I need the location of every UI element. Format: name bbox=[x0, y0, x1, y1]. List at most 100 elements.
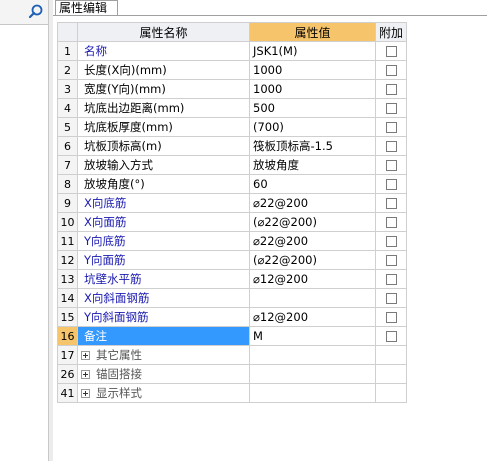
extra-cell bbox=[375, 231, 407, 251]
property-name[interactable]: X向面筋 bbox=[77, 212, 250, 232]
extra-checkbox[interactable] bbox=[385, 84, 397, 95]
row-number: 8 bbox=[57, 174, 78, 194]
extra-cell bbox=[375, 269, 407, 289]
extra-checkbox[interactable] bbox=[385, 46, 397, 57]
property-row[interactable]: 12 Y向面筋 (⌀22@200) bbox=[57, 250, 407, 270]
property-value[interactable]: ⌀12@200 bbox=[249, 269, 376, 289]
row-number: 11 bbox=[57, 231, 78, 251]
group-value bbox=[249, 383, 376, 403]
extra-checkbox[interactable] bbox=[385, 255, 397, 266]
extra-checkbox[interactable] bbox=[385, 160, 397, 171]
row-number: 9 bbox=[57, 193, 78, 213]
property-row[interactable]: 6 坑板顶标高(m) 筏板顶标高-1.5 bbox=[57, 136, 407, 156]
extra-cell bbox=[375, 212, 407, 232]
property-value[interactable]: 60 bbox=[249, 174, 376, 194]
property-name[interactable]: X向底筋 bbox=[77, 193, 250, 213]
property-name[interactable]: 宽度(Y向)(mm) bbox=[77, 79, 250, 99]
property-name-header[interactable]: 属性名称 bbox=[77, 22, 250, 42]
extra-checkbox[interactable] bbox=[385, 198, 397, 209]
property-value-header[interactable]: 属性值 bbox=[249, 22, 376, 42]
property-row[interactable]: 11 Y向底筋 ⌀22@200 bbox=[57, 231, 407, 251]
group-extra bbox=[375, 383, 407, 403]
extra-checkbox[interactable] bbox=[385, 236, 397, 247]
row-number: 3 bbox=[57, 79, 78, 99]
property-row[interactable]: 5 坑底板厚度(mm) (700) bbox=[57, 117, 407, 137]
property-grid: 属性名称 属性值 附加 1 名称 JSK1(M) 2 长度(X向)(mm) 1000 3 宽度… bbox=[57, 22, 407, 403]
expand-icon[interactable] bbox=[81, 370, 90, 379]
property-row[interactable]: 7 放坡输入方式 放坡角度 bbox=[57, 155, 407, 175]
property-value[interactable]: JSK1(M) bbox=[249, 41, 376, 61]
property-name[interactable]: 坑底板厚度(mm) bbox=[77, 117, 250, 137]
property-value[interactable]: M bbox=[249, 326, 376, 346]
property-value[interactable]: (700) bbox=[249, 117, 376, 137]
group-name[interactable]: 锚固搭接 bbox=[77, 364, 250, 384]
extra-checkbox[interactable] bbox=[385, 217, 397, 228]
group-row[interactable]: 41 显示样式 bbox=[57, 383, 407, 403]
row-number: 5 bbox=[57, 117, 78, 137]
search-icon[interactable] bbox=[27, 3, 45, 21]
property-value[interactable]: 放坡角度 bbox=[249, 155, 376, 175]
property-name[interactable]: Y向斜面钢筋 bbox=[77, 307, 250, 327]
property-row[interactable]: 10 X向面筋 (⌀22@200) bbox=[57, 212, 407, 232]
group-name[interactable]: 其它属性 bbox=[77, 345, 250, 365]
expand-icon[interactable] bbox=[81, 351, 90, 360]
expand-icon[interactable] bbox=[81, 389, 90, 398]
property-value[interactable] bbox=[249, 288, 376, 308]
property-value[interactable]: 500 bbox=[249, 98, 376, 118]
property-row[interactable]: 13 坑壁水平筋 ⌀12@200 bbox=[57, 269, 407, 289]
group-name[interactable]: 显示样式 bbox=[77, 383, 250, 403]
row-number: 4 bbox=[57, 98, 78, 118]
property-value[interactable]: 1000 bbox=[249, 79, 376, 99]
row-number: 15 bbox=[57, 307, 78, 327]
property-row[interactable]: 8 放坡角度(°) 60 bbox=[57, 174, 407, 194]
group-row[interactable]: 17 其它属性 bbox=[57, 345, 407, 365]
extra-checkbox[interactable] bbox=[385, 312, 397, 323]
extra-checkbox[interactable] bbox=[385, 331, 397, 342]
property-name[interactable]: 备注 bbox=[77, 326, 250, 346]
extra-checkbox[interactable] bbox=[385, 179, 397, 190]
group-value bbox=[249, 345, 376, 365]
left-search-bar[interactable] bbox=[0, 0, 49, 25]
property-name[interactable]: 放坡角度(°) bbox=[77, 174, 250, 194]
extra-checkbox[interactable] bbox=[385, 141, 397, 152]
property-row[interactable]: 15 Y向斜面钢筋 ⌀12@200 bbox=[57, 307, 407, 327]
property-name[interactable]: X向斜面钢筋 bbox=[77, 288, 250, 308]
property-row[interactable]: 9 X向底筋 ⌀22@200 bbox=[57, 193, 407, 213]
property-value[interactable]: ⌀22@200 bbox=[249, 231, 376, 251]
property-row[interactable]: 2 长度(X向)(mm) 1000 bbox=[57, 60, 407, 80]
property-row[interactable]: 16 备注 M bbox=[57, 326, 407, 346]
row-number: 16 bbox=[57, 326, 78, 346]
property-name[interactable]: Y向底筋 bbox=[77, 231, 250, 251]
property-name[interactable]: 长度(X向)(mm) bbox=[77, 60, 250, 80]
property-value[interactable]: (⌀22@200) bbox=[249, 250, 376, 270]
property-row[interactable]: 3 宽度(Y向)(mm) 1000 bbox=[57, 79, 407, 99]
property-name[interactable]: 放坡输入方式 bbox=[77, 155, 250, 175]
property-value[interactable]: 筏板顶标高-1.5 bbox=[249, 136, 376, 156]
property-name[interactable]: 坑底出边距离(mm) bbox=[77, 98, 250, 118]
extra-cell bbox=[375, 174, 407, 194]
property-name[interactable]: 坑板顶标高(m) bbox=[77, 136, 250, 156]
property-name[interactable]: 名称 bbox=[77, 41, 250, 61]
property-name[interactable]: Y向面筋 bbox=[77, 250, 250, 270]
group-row[interactable]: 26 锚固搭接 bbox=[57, 364, 407, 384]
extra-cell bbox=[375, 79, 407, 99]
extra-checkbox[interactable] bbox=[385, 103, 397, 114]
property-row[interactable]: 1 名称 JSK1(M) bbox=[57, 41, 407, 61]
property-value[interactable]: 1000 bbox=[249, 60, 376, 80]
property-row[interactable]: 14 X向斜面钢筋 bbox=[57, 288, 407, 308]
extra-header[interactable]: 附加 bbox=[375, 22, 407, 42]
extra-checkbox[interactable] bbox=[385, 65, 397, 76]
property-value[interactable]: ⌀22@200 bbox=[249, 193, 376, 213]
property-row[interactable]: 4 坑底出边距离(mm) 500 bbox=[57, 98, 407, 118]
extra-cell bbox=[375, 41, 407, 61]
tab-property-edit[interactable]: 属性编辑 bbox=[55, 0, 118, 16]
extra-cell bbox=[375, 98, 407, 118]
extra-cell bbox=[375, 155, 407, 175]
extra-checkbox[interactable] bbox=[385, 122, 397, 133]
row-number: 2 bbox=[57, 60, 78, 80]
property-value[interactable]: (⌀22@200) bbox=[249, 212, 376, 232]
property-value[interactable]: ⌀12@200 bbox=[249, 307, 376, 327]
extra-checkbox[interactable] bbox=[385, 274, 397, 285]
extra-checkbox[interactable] bbox=[385, 293, 397, 304]
property-name[interactable]: 坑壁水平筋 bbox=[77, 269, 250, 289]
